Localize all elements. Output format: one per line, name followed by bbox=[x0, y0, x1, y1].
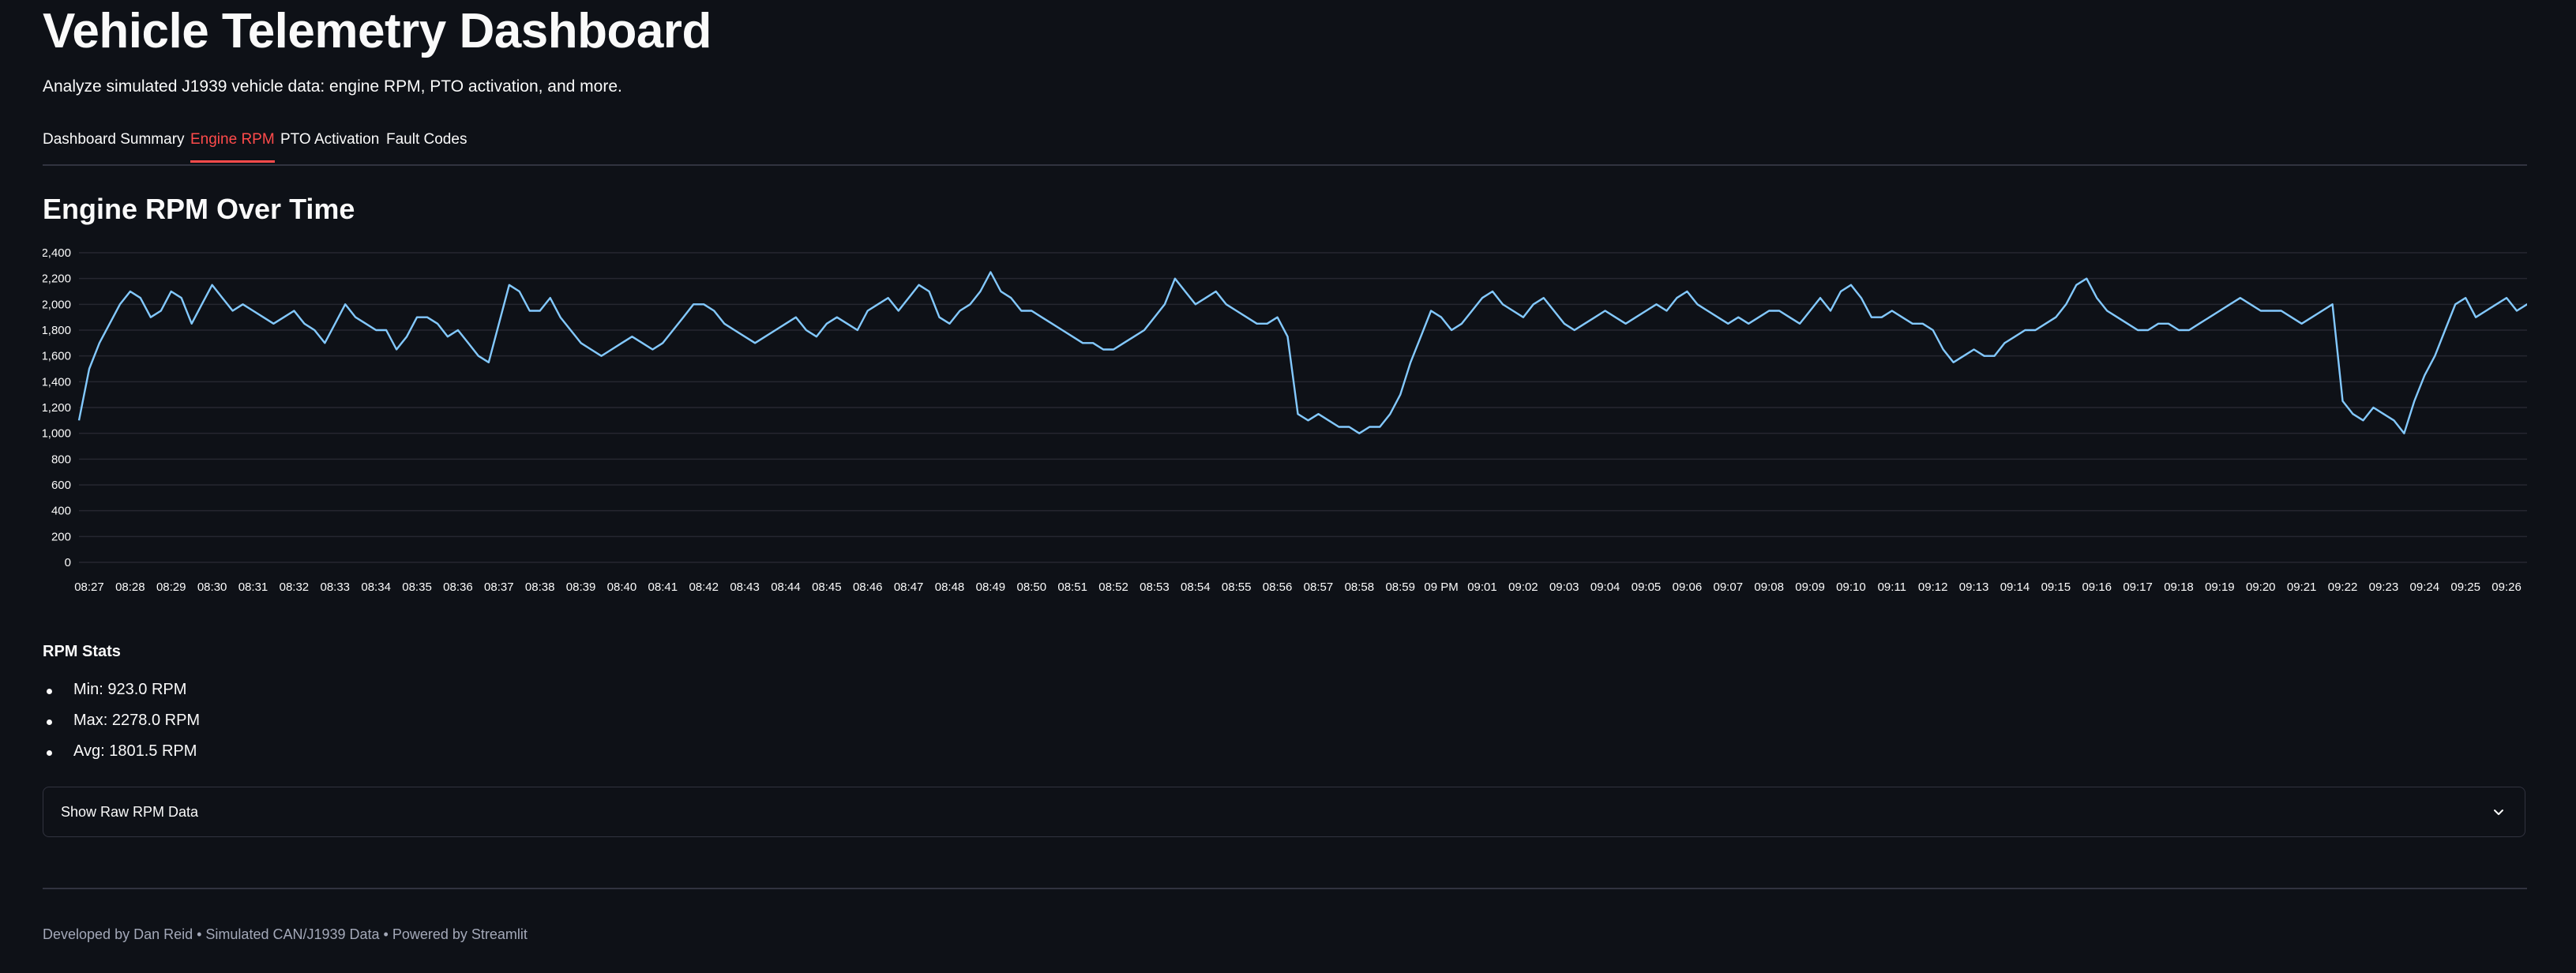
x-tick-label: 09:05 bbox=[1632, 580, 1662, 594]
tab-engine-rpm[interactable]: Engine RPM bbox=[190, 131, 275, 163]
x-tick-label: 09:14 bbox=[2000, 580, 2030, 594]
y-tick-label: 2,200 bbox=[43, 272, 71, 286]
x-tick-label: 09:21 bbox=[2287, 580, 2317, 594]
rpm-series-line[interactable] bbox=[77, 271, 2527, 434]
stats-list: Min: 923.0 RPM Max: 2278.0 RPM Avg: 1801… bbox=[43, 681, 200, 773]
x-tick-label: 09:19 bbox=[2205, 580, 2235, 594]
y-tick-label: 1,800 bbox=[43, 324, 71, 337]
footer-text: Developed by Dan Reid • Simulated CAN/J1… bbox=[43, 926, 528, 942]
x-tick-label: 09:12 bbox=[1918, 580, 1948, 594]
stat-avg: Avg: 1801.5 RPM bbox=[43, 742, 200, 773]
x-tick-label: 08:59 bbox=[1385, 580, 1415, 594]
tab-dashboard-summary[interactable]: Dashboard Summary bbox=[43, 131, 185, 160]
x-tick-label: 09:09 bbox=[1795, 580, 1825, 594]
x-tick-label: 09:20 bbox=[2246, 580, 2276, 594]
x-tick-label: 08:49 bbox=[976, 580, 1006, 594]
raw-data-expander[interactable]: Show Raw RPM Data bbox=[43, 787, 2525, 837]
y-tick-label: 200 bbox=[51, 530, 71, 543]
x-tick-label: 09:01 bbox=[1467, 580, 1497, 594]
chevron-down-icon bbox=[2494, 810, 2503, 815]
x-tick-label: 09:22 bbox=[2328, 580, 2358, 594]
x-tick-label: 09:18 bbox=[2164, 580, 2194, 594]
x-tick-label: 08:30 bbox=[197, 580, 227, 594]
y-tick-label: 400 bbox=[51, 505, 71, 518]
x-tick-label: 09:08 bbox=[1754, 580, 1784, 594]
x-tick-label: 08:58 bbox=[1345, 580, 1375, 594]
x-tick-label: 09:23 bbox=[2369, 580, 2399, 594]
tab-bar: Dashboard Summary Engine RPM PTO Activat… bbox=[43, 128, 2527, 166]
x-tick-label: 08:43 bbox=[730, 580, 760, 594]
tab-pto-activation[interactable]: PTO Activation bbox=[280, 131, 379, 160]
x-tick-label: 09:24 bbox=[2410, 580, 2440, 594]
y-tick-label: 2,000 bbox=[43, 298, 71, 311]
page-subtitle: Analyze simulated J1939 vehicle data: en… bbox=[43, 77, 622, 96]
x-tick-label: 09:13 bbox=[1959, 580, 1989, 594]
x-tick-label: 09:17 bbox=[2123, 580, 2153, 594]
x-tick-label: 08:52 bbox=[1098, 580, 1128, 594]
x-tick-label: 08:56 bbox=[1263, 580, 1293, 594]
x-tick-label: 09:15 bbox=[2041, 580, 2071, 594]
y-tick-label: 1,200 bbox=[43, 401, 71, 415]
x-tick-label: 08:50 bbox=[1017, 580, 1047, 594]
stats-title: RPM Stats bbox=[43, 643, 121, 660]
x-tick-label: 09:11 bbox=[1878, 580, 1906, 594]
x-tick-label: 09:04 bbox=[1590, 580, 1620, 594]
x-tick-label: 09:25 bbox=[2450, 580, 2480, 594]
x-tick-label: 08:31 bbox=[238, 580, 268, 594]
x-tick-label: 08:41 bbox=[648, 580, 678, 594]
x-tick-label: 08:53 bbox=[1140, 580, 1170, 594]
x-tick-label: 09:03 bbox=[1549, 580, 1579, 594]
x-tick-label: 08:46 bbox=[853, 580, 883, 594]
tab-fault-codes[interactable]: Fault Codes bbox=[386, 131, 467, 160]
x-tick-label: 09:10 bbox=[1836, 580, 1866, 594]
footer-divider bbox=[43, 888, 2527, 889]
x-tick-label: 08:28 bbox=[115, 580, 145, 594]
stat-max: Max: 2278.0 RPM bbox=[43, 712, 200, 742]
x-tick-label: 08:27 bbox=[74, 580, 104, 594]
y-tick-label: 2,400 bbox=[43, 246, 71, 260]
x-tick-label: 08:40 bbox=[607, 580, 637, 594]
x-tick-label: 09:16 bbox=[2082, 580, 2112, 594]
x-tick-label: 08:39 bbox=[566, 580, 596, 594]
expander-label: Show Raw RPM Data bbox=[61, 804, 199, 820]
x-tick-label: 08:42 bbox=[689, 580, 719, 594]
stat-min: Min: 923.0 RPM bbox=[43, 681, 200, 712]
y-tick-label: 1,000 bbox=[43, 427, 71, 441]
x-tick-label: 08:55 bbox=[1222, 580, 1252, 594]
y-tick-label: 1,600 bbox=[43, 350, 71, 363]
x-tick-label: 08:47 bbox=[894, 580, 924, 594]
x-tick-label: 08:37 bbox=[484, 580, 514, 594]
y-tick-label: 0 bbox=[65, 556, 71, 569]
y-tick-label: 800 bbox=[51, 453, 71, 466]
x-tick-label: 08:35 bbox=[402, 580, 432, 594]
page-title: Vehicle Telemetry Dashboard bbox=[43, 4, 712, 58]
x-tick-label: 08:29 bbox=[156, 580, 186, 594]
rpm-chart[interactable]: 0 200 400 600 800 1,000 1,200 1,400 1,600 1,800 2,… bbox=[43, 237, 2527, 608]
x-tick-label: 09:07 bbox=[1714, 580, 1744, 594]
x-tick-label: 08:51 bbox=[1057, 580, 1087, 594]
x-tick-label: 09 PM bbox=[1424, 580, 1458, 594]
x-tick-label: 08:36 bbox=[443, 580, 473, 594]
y-tick-label: 1,400 bbox=[43, 375, 71, 389]
x-tick-label: 08:45 bbox=[812, 580, 842, 594]
x-tick-label: 08:57 bbox=[1304, 580, 1334, 594]
y-tick-label: 600 bbox=[51, 479, 71, 492]
x-tick-label: 08:32 bbox=[280, 580, 310, 594]
section-heading: Engine RPM Over Time bbox=[43, 193, 355, 225]
x-tick-label: 08:48 bbox=[935, 580, 965, 594]
x-tick-label: 08:54 bbox=[1181, 580, 1211, 594]
x-tick-label: 09:02 bbox=[1508, 580, 1538, 594]
x-tick-label: 08:44 bbox=[771, 580, 801, 594]
x-tick-label: 08:33 bbox=[320, 580, 350, 594]
x-tick-label: 08:38 bbox=[525, 580, 555, 594]
x-tick-label: 09:06 bbox=[1673, 580, 1703, 594]
x-tick-label: 08:34 bbox=[361, 580, 391, 594]
x-tick-label: 09:26 bbox=[2492, 580, 2522, 594]
rpm-chart-svg[interactable]: 0 200 400 600 800 1,000 1,200 1,400 1,600 1,800 2,… bbox=[43, 237, 2527, 608]
